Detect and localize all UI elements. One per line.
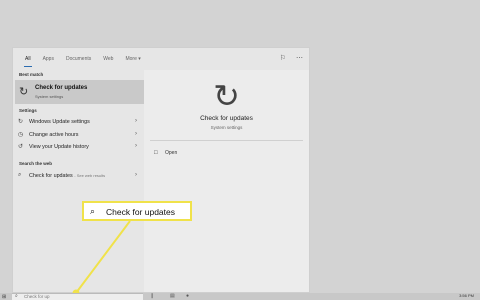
- settings-item-windows-update[interactable]: ↻ Windows Update settings ›: [13, 116, 144, 129]
- taskbar-search-text: Check for up: [24, 294, 50, 299]
- open-action-label: Open: [165, 150, 178, 156]
- sync-icon: ↻: [213, 78, 240, 114]
- tab-all[interactable]: All: [19, 48, 37, 70]
- results-list: Best match ↻ Check for updates System se…: [13, 70, 144, 292]
- open-icon: □: [154, 150, 158, 156]
- chevron-right-icon: ›: [135, 143, 137, 149]
- web-section-label: Search the web: [19, 161, 53, 166]
- callout-label: Check for updates: [106, 207, 175, 217]
- tab-web[interactable]: Web: [97, 48, 119, 70]
- tab-documents[interactable]: Documents: [60, 48, 97, 70]
- tab-more[interactable]: More: [119, 48, 146, 70]
- web-search-label: Check for updates - See web results: [29, 173, 105, 179]
- web-search-query: Check for updates: [29, 173, 73, 179]
- browser-icon[interactable]: ●: [186, 293, 189, 299]
- sync-icon: ↻: [19, 86, 29, 98]
- tab-apps[interactable]: Apps: [37, 48, 60, 70]
- windows-start-icon[interactable]: ⊞: [2, 294, 6, 300]
- best-match-subtitle: System settings: [35, 94, 64, 99]
- best-match-label: Best match: [19, 72, 44, 77]
- search-icon: ⌕: [18, 172, 22, 178]
- best-match-title: Check for updates: [35, 85, 88, 91]
- open-action[interactable]: □ Open: [154, 150, 177, 156]
- sync-icon: ↻: [18, 119, 24, 125]
- chevron-right-icon: ›: [135, 118, 137, 124]
- web-search-suffix: - See web results: [74, 173, 106, 178]
- preview-subtitle: System settings: [210, 125, 243, 130]
- history-icon: ↺: [18, 144, 24, 150]
- preview-divider: [150, 140, 303, 141]
- search-tabs: All Apps Documents Web More: [13, 48, 309, 70]
- panel-top-icons: ⚐ ⋯: [280, 54, 303, 62]
- search-icon: ⌕: [90, 206, 96, 216]
- settings-list: ↻ Windows Update settings › ◷ Change act…: [13, 116, 144, 154]
- start-search-panel: All Apps Documents Web More ⚐ ⋯ Best mat…: [12, 47, 310, 293]
- callout-box: ⌕ Check for updates: [82, 201, 192, 221]
- file-explorer-icon[interactable]: ▤: [170, 293, 175, 299]
- taskbar-search-box[interactable]: ⌕ Check for up: [12, 293, 143, 300]
- settings-item-active-hours[interactable]: ◷ Change active hours ›: [13, 129, 144, 142]
- chevron-right-icon: ›: [135, 172, 137, 178]
- settings-item-label: Windows Update settings: [29, 119, 90, 125]
- more-options-icon[interactable]: ⋯: [296, 54, 303, 62]
- system-clock[interactable]: 3:56 PM: [459, 293, 474, 298]
- result-preview-pane: ↻ Check for updates System settings □ Op…: [144, 70, 309, 292]
- settings-section-label: Settings: [19, 108, 37, 113]
- preview-title: Check for updates: [200, 115, 253, 122]
- settings-item-update-history[interactable]: ↺ View your Update history ›: [13, 141, 144, 154]
- task-view-icon[interactable]: ❙: [150, 293, 154, 299]
- settings-item-label: View your Update history: [29, 144, 89, 150]
- web-search-item[interactable]: ⌕ Check for updates - See web results ›: [13, 170, 144, 183]
- chevron-right-icon: ›: [135, 130, 137, 137]
- clock-icon: ◷: [18, 131, 24, 138]
- search-icon: ⌕: [15, 293, 18, 299]
- settings-item-label: Change active hours: [29, 131, 79, 138]
- best-match-item[interactable]: ↻ Check for updates System settings: [15, 80, 144, 104]
- feedback-icon[interactable]: ⚐: [280, 54, 286, 62]
